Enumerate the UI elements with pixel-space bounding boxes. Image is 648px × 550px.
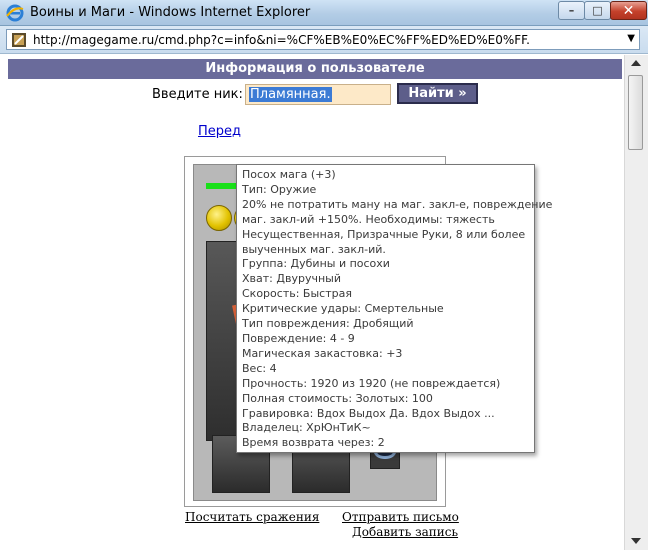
item-tooltip: Посох мага (+3) Тип: Оружие 20% не потра…: [236, 164, 553, 453]
window-title: Воины и Маги - Windows Internet Explorer: [30, 5, 311, 20]
maximize-icon: □: [592, 4, 603, 17]
minimize-icon: –: [568, 4, 575, 17]
find-button[interactable]: Найти »: [397, 83, 478, 104]
address-url[interactable]: http://magegame.ru/cmd.php?c=info&ni=%CF…: [33, 33, 530, 47]
minimize-button[interactable]: –: [558, 1, 585, 20]
tooltip-line: Полная стоимость: Золотых: 100: [242, 391, 433, 405]
tooltip-line: маг. закл-ий +150%. Необходимы: тяжесть: [242, 212, 495, 226]
scroll-down-icon[interactable]: [631, 538, 641, 544]
address-dropdown-icon[interactable]: ▼: [627, 33, 635, 44]
nick-input[interactable]: Пламянная.: [245, 84, 391, 105]
send-letter-link[interactable]: Отправить письмо: [342, 510, 459, 524]
partial-link[interactable]: Перед: [198, 124, 241, 139]
gold-coin-icon[interactable]: [206, 205, 232, 231]
vertical-scrollbar[interactable]: [624, 55, 648, 550]
tooltip-line: 20% не потратить ману на маг. закл-е, по…: [242, 197, 553, 211]
tooltip-line: Несущественная, Призрачные Руки, 8 или б…: [242, 227, 526, 241]
scroll-up-icon[interactable]: [631, 60, 641, 66]
tooltip-line: Критические удары: Смертельные: [242, 302, 444, 316]
address-field[interactable]: http://magegame.ru/cmd.php?c=info&ni=%CF…: [6, 29, 640, 50]
tooltip-line: Повреждение: 4 - 9: [242, 331, 355, 345]
ie-logo-icon: [6, 4, 24, 22]
close-button[interactable]: ✕: [610, 1, 647, 20]
maximize-button[interactable]: □: [584, 1, 611, 20]
address-bar: http://magegame.ru/cmd.php?c=info&ni=%CF…: [0, 26, 648, 54]
tooltip-line: Скорость: Быстрая: [242, 287, 352, 301]
tooltip-line: Владелец: ХрЮнТиК~: [242, 421, 371, 435]
window-titlebar: Воины и Маги - Windows Internet Explorer…: [0, 0, 648, 26]
tooltip-line: Время возврата через: 2: [242, 436, 385, 450]
tooltip-line: Вес: 4: [242, 361, 277, 375]
close-icon: ✕: [622, 2, 635, 19]
count-battles-link[interactable]: Посчитать сражения: [185, 510, 319, 524]
tooltip-line: Магическая закастовка: +3: [242, 346, 403, 360]
tooltip-line: Тип повреждения: Дробящий: [242, 317, 414, 331]
add-entry-link[interactable]: Добавить запись: [352, 525, 458, 539]
tooltip-line: Группа: Дубины и посохи: [242, 257, 390, 271]
tooltip-line: Тип: Оружие: [242, 182, 317, 196]
nick-input-value: Пламянная.: [249, 87, 332, 102]
tooltip-line: выученных маг. закл-ий.: [242, 242, 386, 256]
page-content: Информация о пользователе Введите ник: П…: [0, 55, 624, 550]
nick-label: Введите ник:: [152, 87, 243, 102]
tooltip-line: Посох мага (+3): [242, 168, 336, 181]
scrollbar-thumb[interactable]: [628, 75, 643, 150]
tooltip-line: Гравировка: Вдох Выдох Да. Вдох Выдох ..…: [242, 406, 495, 420]
tooltip-line: Прочность: 1920 из 1920 (не повреждается…: [242, 376, 501, 390]
page-favicon-icon: [12, 33, 26, 47]
page-header: Информация о пользователе: [8, 59, 622, 79]
tooltip-line: Хват: Двуручный: [242, 272, 341, 286]
